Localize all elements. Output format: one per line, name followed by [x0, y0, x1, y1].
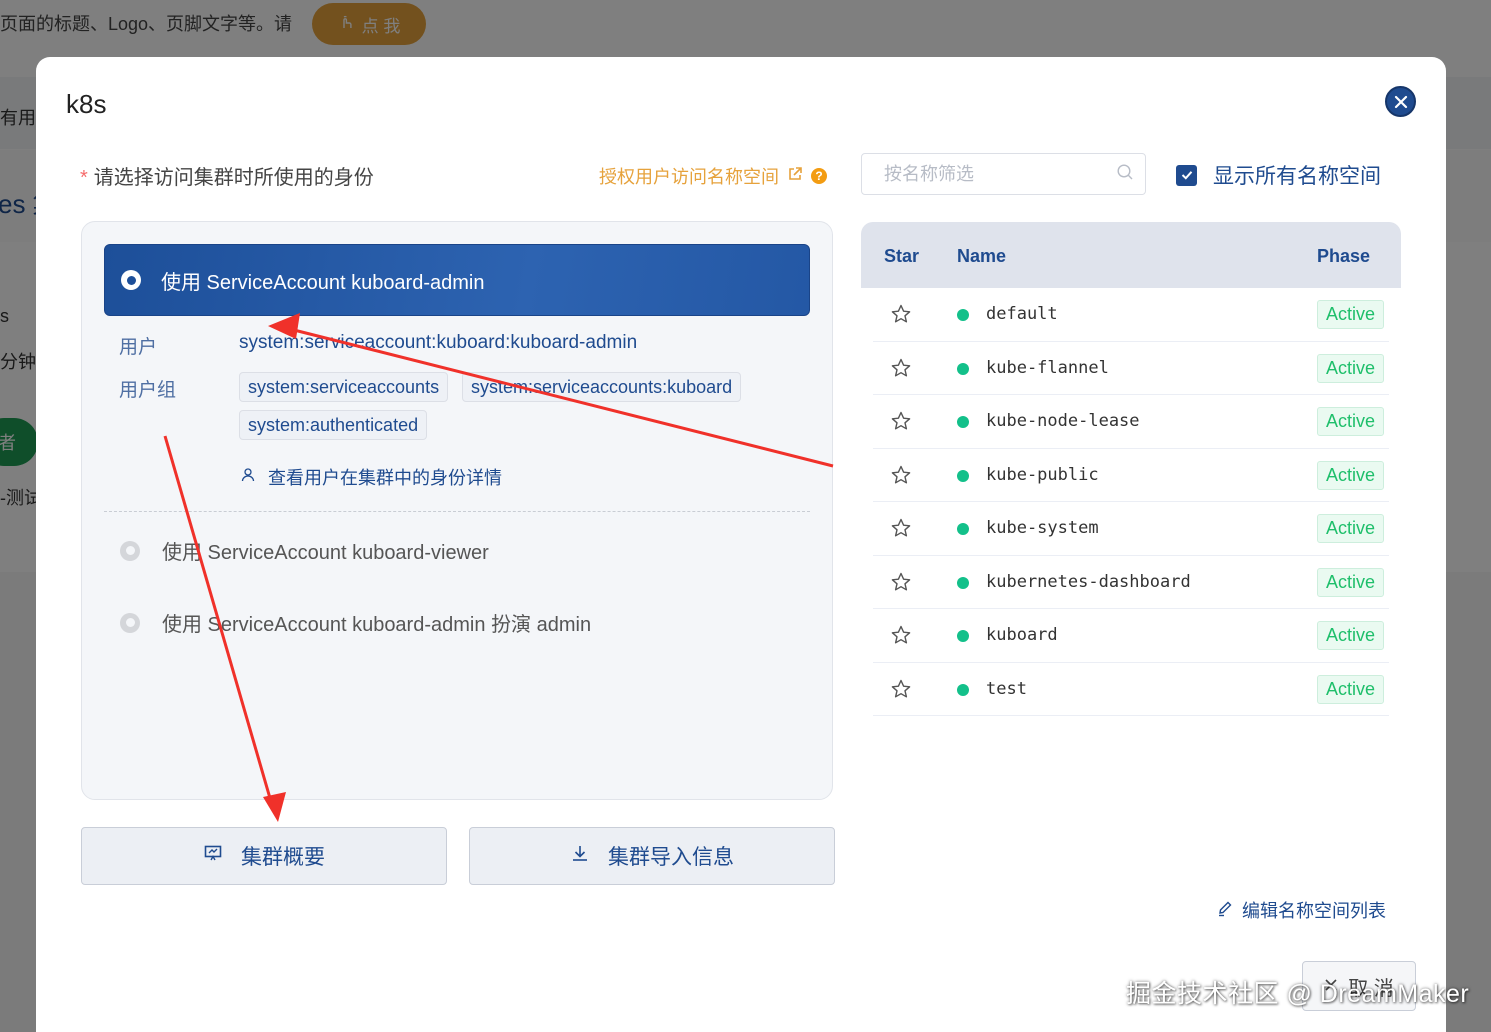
- status-dot: [957, 469, 969, 482]
- authorize-namespace-link[interactable]: 授权用户访问名称空间 ?: [599, 163, 827, 189]
- table-row[interactable]: kuboard Active: [873, 609, 1389, 663]
- table-row[interactable]: kube-flannel Active: [873, 342, 1389, 395]
- radio-selected-icon[interactable]: [121, 270, 141, 290]
- edit-namespace-list-label: 编辑名称空间列表: [1242, 901, 1386, 921]
- namespace-name[interactable]: kube-public: [986, 465, 1099, 485]
- phase-badge: Active: [1317, 674, 1385, 704]
- edit-pencil-icon: [1216, 899, 1234, 922]
- namespace-name[interactable]: default: [986, 304, 1058, 324]
- help-icon[interactable]: ?: [811, 168, 827, 184]
- star-outline-icon[interactable]: [890, 571, 912, 598]
- star-outline-icon[interactable]: [890, 357, 912, 384]
- column-header-name[interactable]: Name: [957, 246, 1006, 267]
- phase-badge: Active: [1317, 514, 1385, 543]
- presentation-icon: [203, 843, 223, 869]
- download-icon: [570, 843, 590, 869]
- namespace-name[interactable]: kube-system: [986, 518, 1099, 538]
- table-header: Star Name Phase: [861, 222, 1401, 288]
- group-key: 用户组: [119, 380, 177, 401]
- namespace-name[interactable]: test: [986, 679, 1027, 699]
- identity-label-text: 请选择访问集群时所使用的身份: [93, 167, 374, 189]
- phase-badge: Active: [1317, 460, 1385, 490]
- edit-namespace-list-link[interactable]: 编辑名称空间列表: [1216, 897, 1386, 923]
- show-all-namespaces-toggle[interactable]: 显示所有名称空间: [1176, 160, 1381, 190]
- dialog-title: k8s: [66, 89, 107, 119]
- group-tag: system:serviceaccounts: [239, 372, 449, 402]
- identity-option-viewer[interactable]: 使用 ServiceAccount kuboard-viewer: [120, 536, 489, 565]
- identity-option-admin[interactable]: 使用 ServiceAccount kuboard-admin: [104, 244, 810, 316]
- identity-option-label: 使用 ServiceAccount kuboard-viewer: [162, 542, 489, 564]
- close-icon: [1394, 95, 1407, 108]
- identity-panel: 使用 ServiceAccount kuboard-admin 用户 syste…: [81, 221, 833, 800]
- status-dot: [957, 576, 969, 589]
- cluster-import-label: 集群导入信息: [608, 846, 734, 869]
- identity-label: * 请选择访问集群时所使用的身份: [80, 161, 374, 190]
- checkbox-checked[interactable]: [1176, 164, 1197, 186]
- radio-unselected-icon[interactable]: [120, 540, 140, 561]
- external-link-icon: [787, 166, 803, 187]
- table-row[interactable]: kube-node-lease Active: [873, 395, 1389, 449]
- status-dot: [957, 523, 969, 535]
- namespace-name[interactable]: kube-node-lease: [986, 411, 1140, 431]
- identity-option-label: 使用 ServiceAccount kuboard-admin: [161, 271, 485, 294]
- namespace-name[interactable]: kuboard: [986, 625, 1058, 645]
- cluster-access-dialog: k8s * 请选择访问集群时所使用的身份 授权用户访问名称空间 ? 使用 Serv…: [36, 57, 1446, 1032]
- search-icon[interactable]: [1116, 163, 1134, 186]
- star-outline-icon[interactable]: [890, 410, 912, 437]
- status-dot: [957, 362, 969, 375]
- star-outline-icon[interactable]: [890, 303, 912, 330]
- user-value: system:serviceaccount:kuboard:kuboard-ad…: [239, 332, 638, 353]
- required-mark: *: [80, 167, 88, 189]
- status-dot: [957, 416, 969, 428]
- group-tag: system:serviceaccounts:kuboard: [462, 372, 742, 402]
- phase-badge: Active: [1317, 353, 1385, 383]
- group-tag: system:authenticated: [239, 410, 428, 440]
- user-key: 用户: [119, 337, 158, 358]
- namespace-filter-input[interactable]: [884, 163, 1116, 185]
- table-row[interactable]: kubernetes-dashboard Active: [873, 556, 1389, 609]
- star-outline-icon[interactable]: [890, 678, 912, 705]
- phase-badge: Active: [1317, 407, 1385, 436]
- table-row[interactable]: kube-system Active: [873, 502, 1389, 556]
- status-dot: [957, 630, 969, 642]
- cluster-import-button[interactable]: 集群导入信息: [469, 827, 835, 885]
- radio-unselected-icon[interactable]: [120, 612, 140, 633]
- identity-detail-link-text: 查看用户在集群中的身份详情: [268, 468, 502, 488]
- watermark: 掘金技术社区 @ DreamMaker: [1126, 980, 1470, 1008]
- show-all-namespaces-label: 显示所有名称空间: [1213, 165, 1381, 188]
- star-outline-icon[interactable]: [890, 464, 912, 491]
- close-button[interactable]: [1385, 86, 1416, 117]
- namespace-name[interactable]: kube-flannel: [986, 358, 1109, 378]
- phase-badge: Active: [1317, 567, 1385, 597]
- table-row[interactable]: kube-public Active: [873, 449, 1389, 502]
- divider: [104, 511, 810, 512]
- column-header-star[interactable]: Star: [884, 246, 919, 267]
- column-header-phase[interactable]: Phase: [1317, 246, 1370, 267]
- namespace-filter-field[interactable]: [861, 153, 1146, 195]
- namespace-table: Star Name Phase default Active kube-flanne…: [861, 222, 1401, 716]
- authorize-namespace-link-text: 授权用户访问名称空间: [599, 167, 779, 187]
- namespace-name[interactable]: kubernetes-dashboard: [986, 572, 1191, 592]
- star-outline-icon[interactable]: [890, 517, 912, 544]
- table-row[interactable]: test Active: [873, 663, 1389, 716]
- status-dot: [957, 683, 969, 696]
- cluster-overview-button[interactable]: 集群概要: [81, 827, 447, 885]
- phase-badge: Active: [1317, 621, 1385, 650]
- identity-option-impersonate[interactable]: 使用 ServiceAccount kuboard-admin 扮演 admin: [120, 608, 591, 637]
- identity-option-label: 使用 ServiceAccount kuboard-admin 扮演 admin: [162, 614, 592, 636]
- cluster-overview-label: 集群概要: [241, 846, 325, 869]
- user-icon: [240, 467, 256, 488]
- phase-badge: Active: [1317, 300, 1385, 329]
- table-row[interactable]: default Active: [873, 288, 1389, 342]
- status-dot: [957, 309, 969, 321]
- star-outline-icon[interactable]: [890, 624, 912, 651]
- identity-detail-link[interactable]: 查看用户在集群中的身份详情: [240, 464, 502, 490]
